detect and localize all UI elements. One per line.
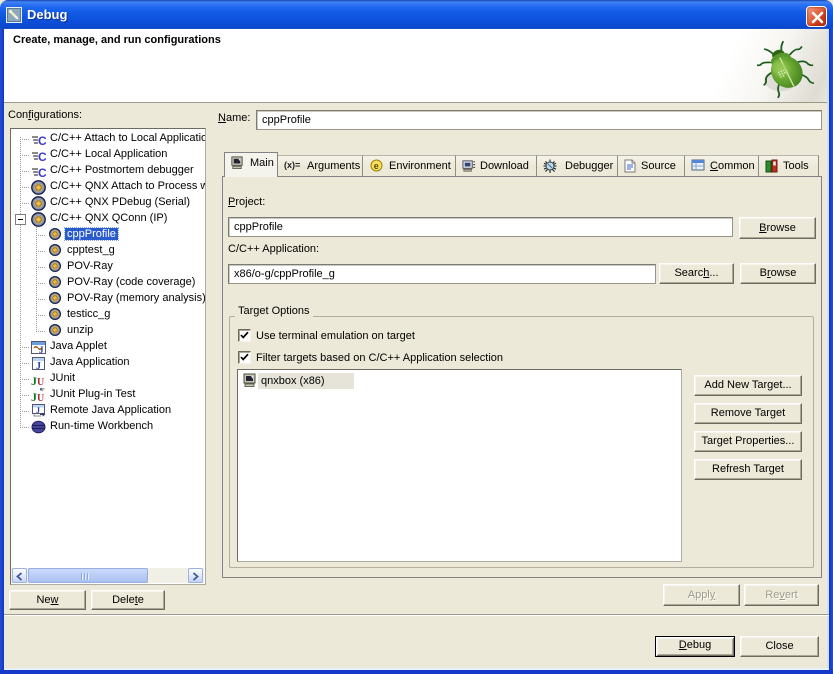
svg-text:e: e [374,161,379,171]
